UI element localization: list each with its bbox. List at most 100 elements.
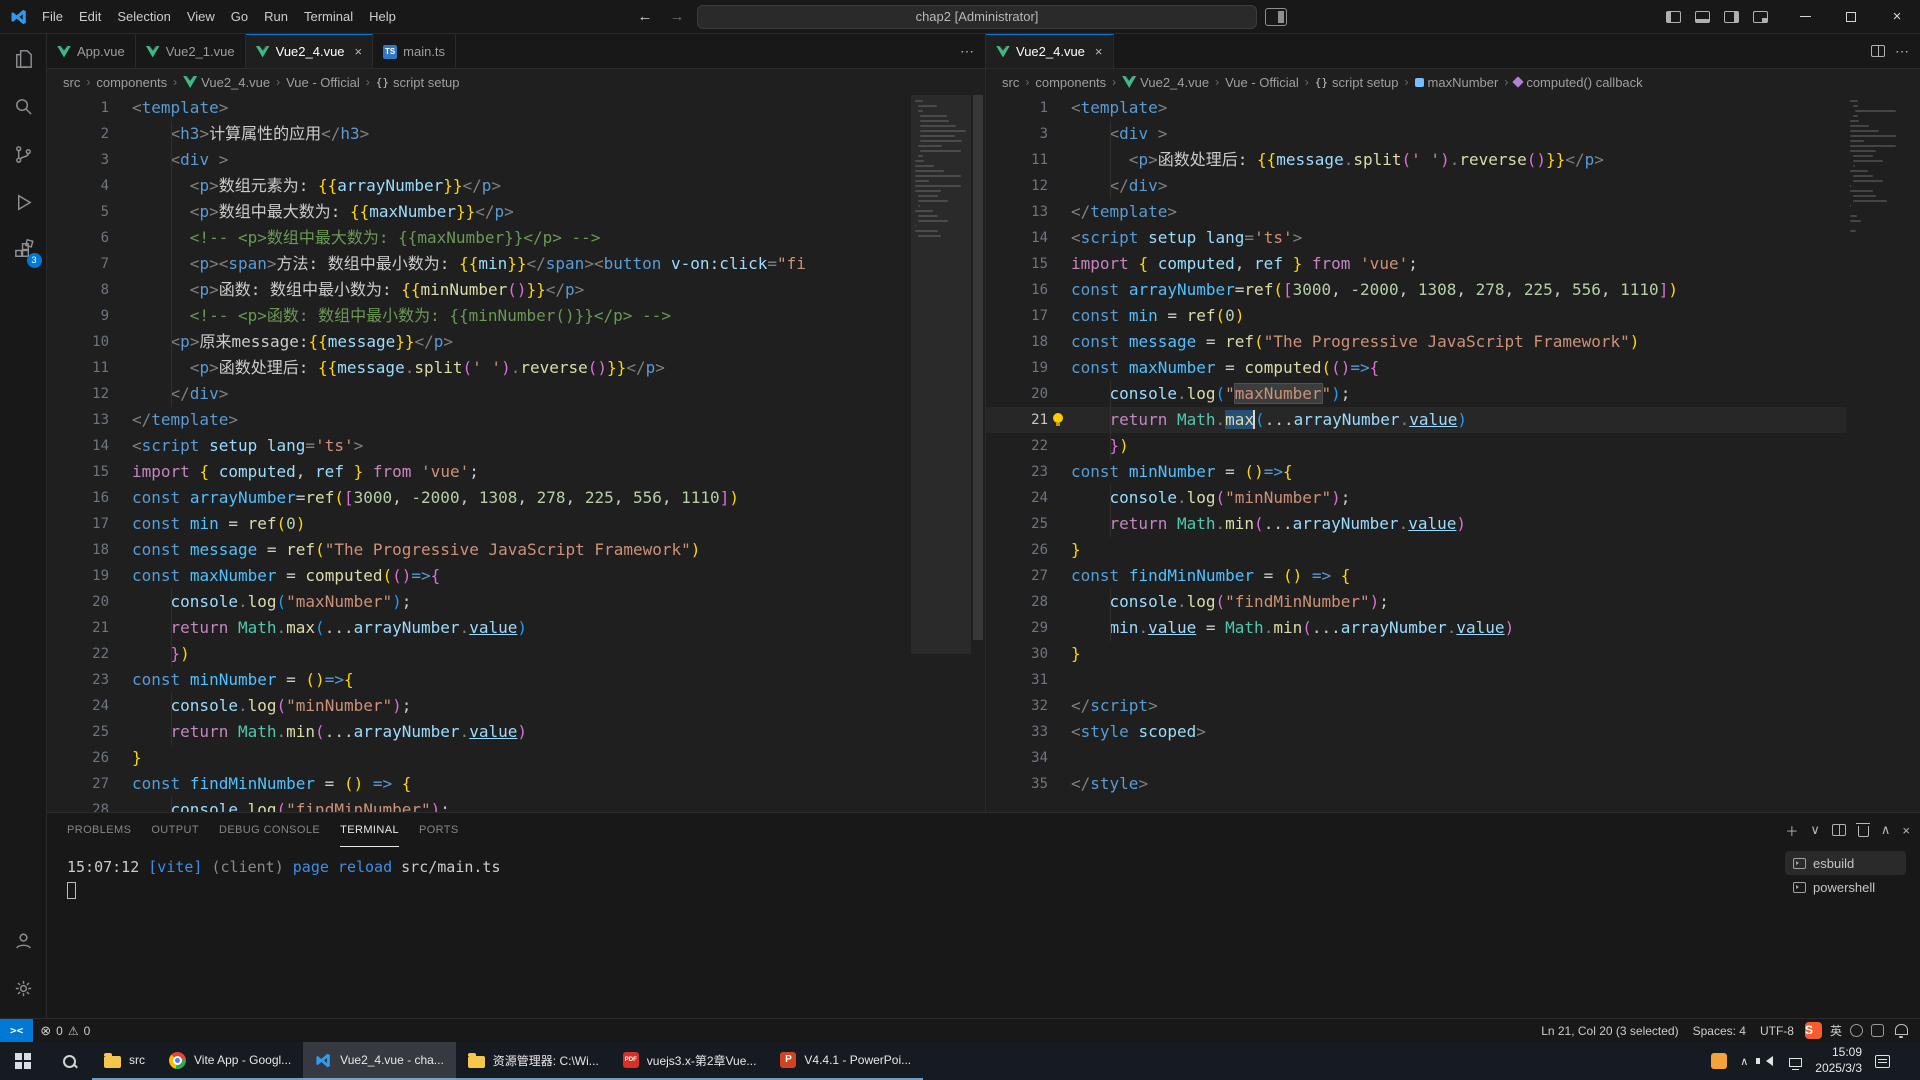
- ime-keyboard-icon[interactable]: [1871, 1024, 1884, 1037]
- menu-run[interactable]: Run: [256, 6, 296, 27]
- code-text[interactable]: [1048, 745, 1846, 771]
- line-number[interactable]: 6: [47, 225, 109, 251]
- line-number[interactable]: 4: [47, 173, 109, 199]
- code-text[interactable]: console.log("minNumber");: [109, 693, 911, 719]
- line-number[interactable]: 14: [986, 225, 1048, 251]
- line-number[interactable]: 20: [47, 589, 109, 615]
- breadcrumb-item[interactable]: maxNumber: [1415, 75, 1499, 90]
- maximize-button[interactable]: [1828, 0, 1874, 34]
- code-text[interactable]: const maxNumber = computed(()=>{: [109, 563, 911, 589]
- menu-terminal[interactable]: Terminal: [296, 6, 361, 27]
- line-number[interactable]: 14: [47, 433, 109, 459]
- breadcrumb-item[interactable]: {}script setup: [1315, 75, 1399, 90]
- action-center-icon[interactable]: [1875, 1055, 1890, 1068]
- tab-close-icon[interactable]: ×: [355, 44, 363, 59]
- lightbulb-icon[interactable]: [1053, 413, 1063, 423]
- line-number[interactable]: 3: [986, 121, 1048, 147]
- code-text[interactable]: <div >: [109, 147, 911, 173]
- code-text[interactable]: return Math.max(...arrayNumber.value): [109, 615, 911, 641]
- code-text[interactable]: [1048, 667, 1846, 693]
- line-number[interactable]: 28: [47, 797, 109, 812]
- code-text[interactable]: </template>: [1048, 199, 1846, 225]
- code-text[interactable]: const min = ref(0): [109, 511, 911, 537]
- source-control-icon[interactable]: [0, 130, 47, 178]
- toggle-panel-icon[interactable]: [1695, 11, 1710, 23]
- line-number[interactable]: 26: [47, 745, 109, 771]
- code-text[interactable]: const findMinNumber = () => {: [109, 771, 911, 797]
- taskbar-window-vscode[interactable]: Vue2_4.vue - cha...: [303, 1042, 456, 1080]
- line-number[interactable]: 26: [986, 537, 1048, 563]
- line-number[interactable]: 31: [986, 667, 1048, 693]
- code-text[interactable]: }: [1048, 641, 1846, 667]
- code-text[interactable]: }: [1048, 537, 1846, 563]
- line-number[interactable]: 30: [986, 641, 1048, 667]
- code-text[interactable]: <!-- <p>数组中最大数为: {{maxNumber}}</p> -->: [109, 225, 911, 251]
- split-editor-icon[interactable]: [1871, 45, 1885, 57]
- taskbar-window-folder[interactable]: 资源管理器: C:\Wi...: [456, 1042, 611, 1080]
- explorer-icon[interactable]: [0, 34, 47, 82]
- breadcrumb-item[interactable]: Vue2_4.vue: [1122, 75, 1209, 90]
- terminal-session-esbuild[interactable]: esbuild: [1785, 851, 1906, 875]
- breadcrumb-item[interactable]: components: [96, 75, 167, 90]
- more-actions-icon[interactable]: ⋯: [960, 43, 975, 60]
- terminal-dropdown-icon[interactable]: ∨: [1810, 822, 1820, 838]
- code-text[interactable]: </div>: [1048, 173, 1846, 199]
- breadcrumb-item[interactable]: computed() callback: [1514, 75, 1642, 90]
- minimap[interactable]: [911, 95, 971, 812]
- line-number[interactable]: 27: [47, 771, 109, 797]
- line-number[interactable]: 25: [47, 719, 109, 745]
- code-text[interactable]: }: [109, 745, 911, 771]
- breadcrumb-item[interactable]: {}script setup: [376, 75, 460, 90]
- minimap[interactable]: [1846, 95, 1906, 812]
- code-text[interactable]: const arrayNumber=ref([3000, -2000, 1308…: [1048, 277, 1846, 303]
- network-icon[interactable]: [1789, 1058, 1802, 1067]
- menu-help[interactable]: Help: [361, 6, 404, 27]
- line-number[interactable]: 21: [47, 615, 109, 641]
- panel-tab-debug-console[interactable]: DEBUG CONSOLE: [219, 813, 320, 847]
- line-number[interactable]: 11: [986, 147, 1048, 173]
- line-number[interactable]: 5: [47, 199, 109, 225]
- code-text[interactable]: <h3>计算属性的应用</h3>: [109, 121, 911, 147]
- toggle-sidebar-icon[interactable]: [1666, 11, 1681, 23]
- code-text[interactable]: <p>函数处理后: {{message.split(' ').reverse()…: [1048, 147, 1846, 173]
- terminal-output[interactable]: 15:07:12 [vite] (client) page reload src…: [47, 847, 1785, 1018]
- code-text[interactable]: console.log("maxNumber");: [109, 589, 911, 615]
- code-text[interactable]: </script>: [1048, 693, 1846, 719]
- line-number[interactable]: 22: [47, 641, 109, 667]
- line-number[interactable]: 8: [47, 277, 109, 303]
- tab-close-icon[interactable]: ×: [1095, 44, 1103, 59]
- line-number[interactable]: 23: [986, 459, 1048, 485]
- line-number[interactable]: 9: [47, 303, 109, 329]
- code-text[interactable]: </template>: [109, 407, 911, 433]
- indentation-status[interactable]: Spaces: 4: [1686, 1019, 1753, 1042]
- line-number[interactable]: 20: [986, 381, 1048, 407]
- line-number[interactable]: 18: [986, 329, 1048, 355]
- code-text[interactable]: return Math.max(...arrayNumber.value): [1048, 407, 1846, 433]
- code-text[interactable]: const min = ref(0): [1048, 303, 1846, 329]
- line-number[interactable]: 27: [986, 563, 1048, 589]
- maximize-panel-icon[interactable]: ∧: [1881, 822, 1891, 838]
- problems-status[interactable]: 0 0: [33, 1019, 97, 1042]
- cursor-position-status[interactable]: Ln 21, Col 20 (3 selected): [1534, 1019, 1685, 1042]
- code-text[interactable]: <template>: [1048, 95, 1846, 121]
- line-number[interactable]: 15: [47, 459, 109, 485]
- close-button[interactable]: ×: [1874, 0, 1920, 34]
- code-text[interactable]: import { computed, ref } from 'vue';: [1048, 251, 1846, 277]
- line-number[interactable]: 7: [47, 251, 109, 277]
- panel-tab-ports[interactable]: PORTS: [419, 813, 459, 847]
- search-icon[interactable]: [0, 82, 47, 130]
- line-number[interactable]: 17: [986, 303, 1048, 329]
- code-text[interactable]: }): [1048, 433, 1846, 459]
- line-number[interactable]: 13: [47, 407, 109, 433]
- menu-edit[interactable]: Edit: [71, 6, 109, 27]
- taskbar-window-pdf[interactable]: vuejs3.x-第2章Vue...: [611, 1042, 769, 1080]
- tab-main.ts[interactable]: main.ts: [373, 34, 456, 68]
- code-text[interactable]: <p>数组元素为: {{arrayNumber}}</p>: [109, 173, 911, 199]
- line-number[interactable]: 19: [47, 563, 109, 589]
- code-text[interactable]: <style scoped>: [1048, 719, 1846, 745]
- line-number[interactable]: 16: [47, 485, 109, 511]
- breadcrumb-item[interactable]: Vue2_4.vue: [183, 75, 270, 90]
- line-number[interactable]: 25: [986, 511, 1048, 537]
- search-box[interactable]: chap2 [Administrator]: [697, 5, 1257, 29]
- forward-icon[interactable]: →: [665, 8, 689, 25]
